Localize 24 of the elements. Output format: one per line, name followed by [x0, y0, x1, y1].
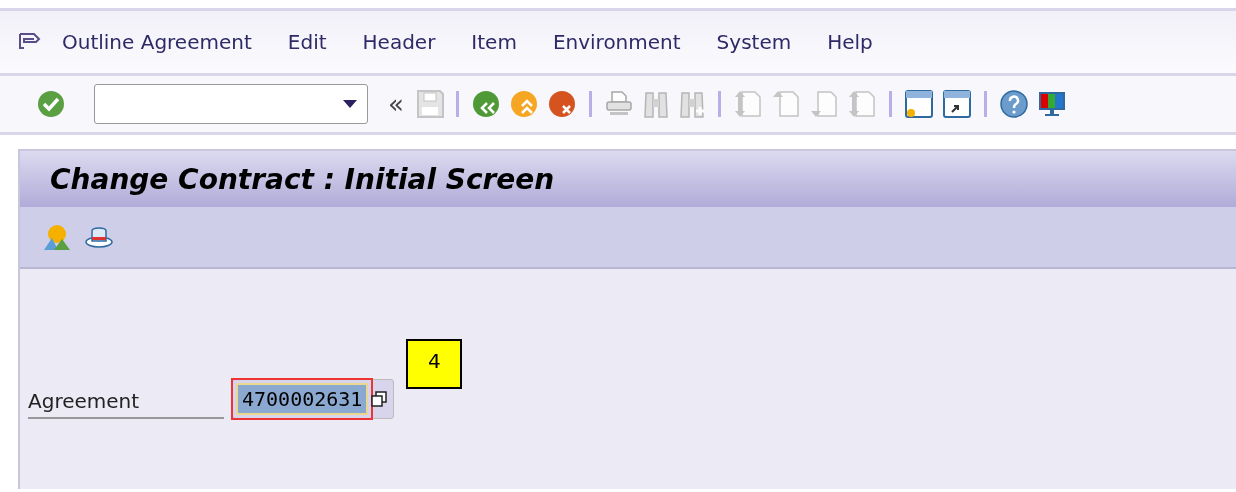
menu-icon[interactable]: [18, 32, 42, 52]
shortcut-window-icon[interactable]: [941, 89, 972, 119]
back-button[interactable]: «: [388, 89, 404, 119]
cancel-icon[interactable]: [546, 89, 577, 119]
field-label: Agreement: [28, 389, 224, 419]
callout: 4: [406, 339, 463, 389]
mountains-sun-icon[interactable]: [42, 223, 72, 251]
back-icon[interactable]: [470, 89, 501, 119]
new-window-icon[interactable]: [903, 89, 934, 119]
menu-item[interactable]: System: [716, 30, 792, 54]
menu-item[interactable]: Header: [362, 30, 436, 54]
caret-icon[interactable]: [343, 100, 357, 108]
menu-item[interactable]: Edit: [287, 30, 327, 54]
menu-item[interactable]: Outline Agreement: [62, 30, 252, 54]
screen-title: Change Contract : Initial Screen: [50, 162, 555, 196]
menu-item[interactable]: Help: [827, 30, 873, 54]
hat-icon[interactable]: [84, 225, 114, 249]
menu-item[interactable]: Environment: [552, 30, 681, 54]
monitor-icon[interactable]: [1036, 89, 1067, 119]
help-icon[interactable]: [998, 89, 1029, 119]
command-field[interactable]: [94, 84, 368, 124]
menu-item[interactable]: Item: [471, 30, 517, 54]
check-icon[interactable]: [36, 89, 66, 119]
exit-icon[interactable]: [508, 89, 539, 119]
